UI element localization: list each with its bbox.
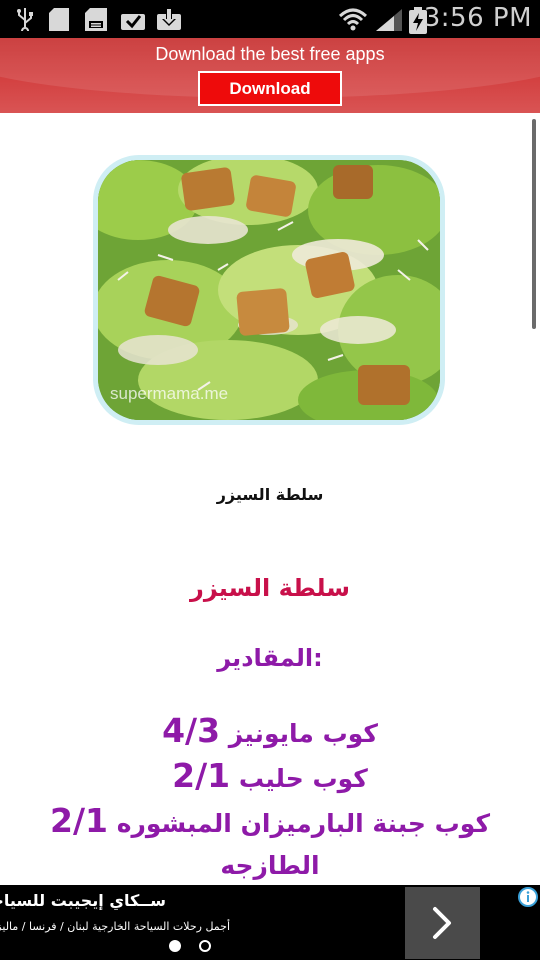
download-button[interactable]: Download: [198, 71, 342, 106]
download-icon: [157, 9, 181, 30]
ingredient-line: كوب حليب 2/1: [0, 755, 540, 800]
ingredient-line: كوب جبنة البارميزان المبشوره 2/1: [0, 800, 540, 845]
sd-card-icon: [85, 8, 107, 31]
ingredient-text: كوب مايونيز: [228, 719, 378, 748]
status-time: 3:56 PM: [423, 3, 532, 33]
ad-description: أجمل رحلات السياحة الخارجية لبنان / فرنس…: [0, 920, 230, 933]
pager-dot-active[interactable]: [169, 940, 181, 952]
ingredient-amount: 2/1: [172, 756, 231, 795]
ingredient-amount: 4/3: [162, 711, 221, 750]
pager-dot[interactable]: [199, 940, 211, 952]
image-caption: سلطة السيزر: [216, 485, 324, 504]
wifi-icon: [338, 8, 368, 31]
ingredient-line: كوب مايونيز 4/3: [0, 710, 540, 755]
ingredients-heading: المقادير:: [217, 644, 323, 672]
ingredient-line: الطازجه: [0, 845, 540, 887]
usb-icon: [17, 8, 33, 31]
bottom-ad-banner[interactable]: ســكاي إيجيبت للسياحة أجمل رحلات السياحة…: [0, 885, 540, 960]
chevron-right-icon: [433, 907, 451, 939]
ad-title: ســكاي إيجيبت للسياحة: [0, 891, 166, 910]
status-bar: 3:56 PM: [0, 0, 540, 38]
scrollbar[interactable]: [532, 119, 536, 329]
article-content[interactable]: supermama.me سلطة السيزر سلطة السيزر الم…: [0, 113, 540, 885]
recipe-title: سلطة السيزر: [190, 574, 350, 602]
ad-text: Download the best free apps: [155, 44, 385, 64]
sd-card-icon: [49, 8, 69, 31]
ingredients-list: كوب مايونيز 4/3 كوب حليب 2/1 كوب جبنة ال…: [0, 710, 540, 887]
ingredient-amount: 2/1: [49, 801, 108, 840]
signal-icon: [376, 9, 402, 31]
ad-info-icon[interactable]: [518, 887, 538, 907]
download-done-icon: [121, 14, 145, 30]
ingredient-text: كوب جبنة البارميزان المبشوره: [116, 809, 490, 838]
salad-image: supermama.me: [98, 160, 440, 420]
image-watermark: supermama.me: [110, 384, 229, 403]
ad-open-button[interactable]: [405, 887, 480, 959]
top-ad-banner[interactable]: Download the best free apps Download: [0, 38, 540, 113]
ingredient-text: كوب حليب: [238, 764, 368, 793]
ingredient-text: الطازجه: [220, 851, 320, 880]
salad-image-frame: supermama.me: [93, 155, 445, 425]
